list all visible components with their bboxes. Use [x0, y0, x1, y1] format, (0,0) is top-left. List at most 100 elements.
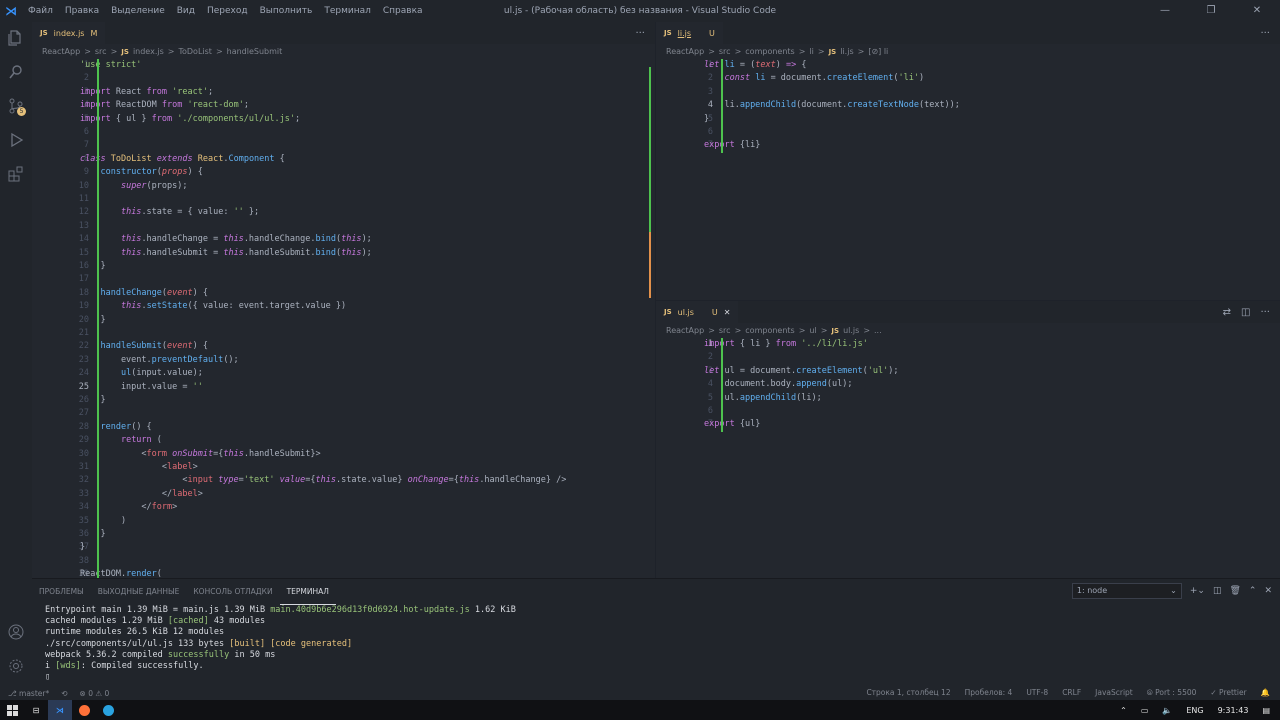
close-window-icon[interactable]: ✕ [1234, 0, 1280, 22]
breadcrumb-item[interactable]: src [719, 326, 731, 335]
menu-item[interactable]: Выполнить [254, 6, 319, 16]
more-actions-icon[interactable]: ··· [1260, 28, 1270, 39]
volume-icon[interactable]: 🔈 [1162, 706, 1172, 715]
restore-icon[interactable]: ❐ [1188, 0, 1234, 22]
split-editor-icon[interactable]: ◫ [1241, 307, 1250, 318]
new-terminal-icon[interactable]: +⌄ [1190, 586, 1205, 596]
tab-problems[interactable]: ПРОБЛЕМЫ [32, 579, 91, 605]
code-area-right-top[interactable]: 1 let li = (text) => {2 const li = docume… [656, 59, 1280, 300]
menu-item[interactable]: Правка [59, 6, 105, 16]
breadcrumb-item[interactable]: ToDoList [178, 47, 211, 56]
breadcrumb-item[interactable]: ReactApp [666, 47, 704, 56]
notifications-icon[interactable]: 🔔 [1261, 688, 1270, 698]
line-number: 7 [83, 140, 89, 151]
code-line: let li = (text) => { [704, 60, 807, 70]
git-gutter-indicator[interactable] [97, 59, 99, 578]
tab-terminal[interactable]: ТЕРМИНАЛ [279, 579, 336, 605]
line-number: 2 [83, 73, 89, 84]
language-mode[interactable]: JavaScript [1095, 688, 1133, 698]
sync-icon[interactable]: ⟲ [61, 689, 67, 698]
encoding[interactable]: UTF-8 [1026, 688, 1048, 698]
input-language[interactable]: ENG [1186, 706, 1203, 715]
more-actions-icon[interactable]: ··· [1260, 307, 1270, 318]
line-ending[interactable]: CRLF [1062, 688, 1081, 698]
prettier-status[interactable]: ✓ Prettier [1210, 688, 1246, 698]
windows-start-icon[interactable] [0, 700, 24, 720]
source-control-icon[interactable]: 5 [0, 90, 32, 122]
breadcrumb-item[interactable]: index.js [133, 47, 164, 56]
breadcrumb-item[interactable]: src [95, 47, 107, 56]
breadcrumb-item[interactable]: li [809, 47, 813, 56]
terminal-output[interactable]: Entrypoint main 1.39 MiB = main.js 1.39 … [45, 605, 516, 683]
terminal-select[interactable]: 1: node ⌄ [1071, 583, 1182, 599]
run-debug-icon[interactable] [0, 124, 32, 156]
breadcrumb-item[interactable]: ul.js [843, 326, 859, 335]
git-gutter-indicator[interactable] [721, 338, 723, 432]
git-branch[interactable]: ⎇ master* [8, 689, 49, 698]
vscode-logo-icon[interactable]: ⋊ [0, 0, 22, 22]
problems-count[interactable]: ⊗ 0 ⚠ 0 [80, 689, 110, 698]
extensions-icon[interactable] [0, 158, 32, 190]
breadcrumb-item[interactable]: src [719, 47, 731, 56]
code-line: } [80, 314, 106, 325]
tab-li-js[interactable]: JS li.js U [656, 22, 723, 44]
code-line: </form> [80, 502, 178, 513]
breadcrumb-item[interactable]: JS [831, 327, 839, 335]
menu-item[interactable]: Справка [377, 6, 429, 16]
js-file-icon: JS [664, 308, 672, 316]
breadcrumb-item[interactable]: components [745, 326, 794, 335]
account-icon[interactable] [0, 616, 32, 648]
breadcrumb-item[interactable]: ReactApp [666, 326, 704, 335]
code-area-right-bottom[interactable]: 1 import { li } from '../li/li.js' 2 3 let u… [656, 338, 1280, 578]
indentation[interactable]: Пробелов: 4 [965, 688, 1013, 698]
live-server-port[interactable]: ⦾ Port : 5500 [1147, 688, 1197, 698]
notification-center-icon[interactable]: ▤ [1262, 706, 1270, 715]
split-terminal-icon[interactable]: ◫ [1213, 586, 1222, 596]
git-gutter-indicator[interactable] [721, 59, 723, 153]
close-tab-icon[interactable]: ✕ [724, 308, 731, 317]
clock[interactable]: 9:31:43 [1218, 706, 1249, 715]
network-icon[interactable]: ▭ [1141, 706, 1149, 715]
tab-ul-js[interactable]: JS ul.js U ✕ [656, 301, 739, 323]
tray-chevron-icon[interactable]: ⌃ [1120, 706, 1127, 715]
code-line: export {ul} [704, 419, 761, 430]
breadcrumb-item[interactable]: components [745, 47, 794, 56]
code-area-left[interactable]: 1'use strict' 2 3 import React from 'react'… [32, 59, 655, 578]
minimize-icon[interactable]: — [1142, 0, 1188, 22]
menu-item[interactable]: Переход [201, 6, 254, 16]
breadcrumb-item[interactable]: ul [809, 326, 816, 335]
breadcrumb-item[interactable]: JS [829, 48, 837, 56]
menu-item[interactable]: Вид [171, 6, 201, 16]
close-panel-icon[interactable]: ✕ [1264, 586, 1272, 596]
firefox-icon[interactable] [72, 700, 96, 720]
tab-output[interactable]: ВЫХОДНЫЕ ДАННЫЕ [91, 579, 187, 605]
maximize-panel-icon[interactable]: ⌃ [1249, 586, 1257, 596]
line-number: 3 [707, 86, 713, 97]
telegram-icon[interactable] [96, 700, 120, 720]
tab-debug-console[interactable]: КОНСОЛЬ ОТЛАДКИ [186, 579, 279, 605]
breadcrumb-item[interactable]: JS [121, 48, 129, 56]
breadcrumb-item[interactable]: ... [874, 326, 882, 335]
breadcrumb-item[interactable]: ReactApp [42, 47, 80, 56]
code-line: let ul = document.createElement('ul'); [704, 365, 899, 376]
cursor-position[interactable]: Строка 1, столбец 12 [866, 688, 950, 698]
breadcrumb-separator: > [734, 326, 742, 335]
breadcrumb-item[interactable]: [⊘] li [868, 47, 888, 56]
search-icon[interactable] [0, 56, 32, 88]
explorer-icon[interactable] [0, 22, 32, 54]
settings-gear-icon[interactable] [0, 650, 32, 682]
code-line: const li = document.createElement('li') [724, 73, 925, 84]
line-number: 6 [707, 127, 713, 137]
code-line: ReactDOM.render( [80, 569, 162, 578]
menu-item[interactable]: Файл [22, 6, 59, 16]
open-changes-icon[interactable]: ⇄ [1223, 307, 1231, 318]
task-view-icon[interactable]: ⊟ [24, 700, 48, 720]
breadcrumb-item[interactable]: li.js [840, 47, 853, 56]
vscode-taskbar-icon[interactable]: ⋊ [48, 700, 72, 720]
menu-item[interactable]: Терминал [318, 6, 377, 16]
breadcrumb-item[interactable]: handleSubmit [227, 47, 283, 56]
tab-index-js[interactable]: JS index.js M [32, 22, 106, 44]
more-actions-icon[interactable]: ··· [635, 28, 645, 39]
menu-item[interactable]: Выделение [105, 6, 171, 16]
trash-icon[interactable]: 🗑 [1229, 586, 1240, 596]
